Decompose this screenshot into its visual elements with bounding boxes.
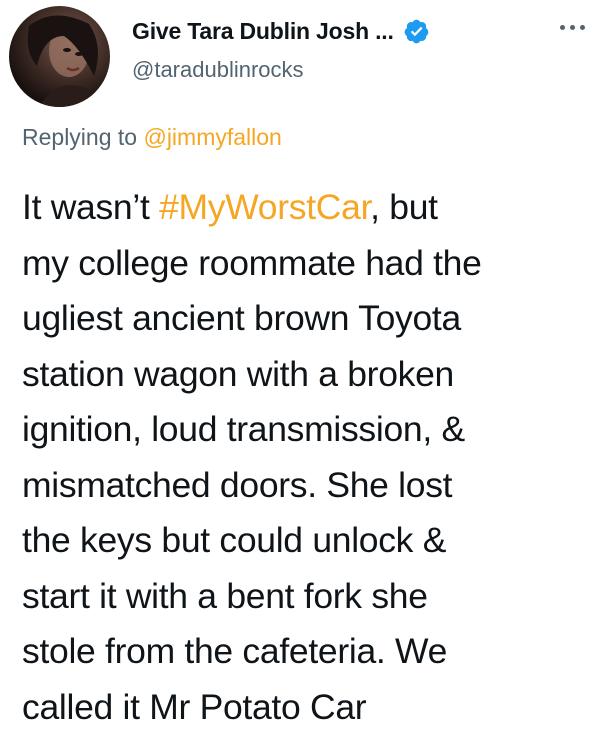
more-dot (579, 24, 585, 30)
tweet-line: ignition, loud transmission, & (22, 409, 465, 449)
tweet: Give Tara Dublin Josh ... @taradublinroc… (0, 0, 599, 735)
more-dot (569, 24, 575, 30)
avatar[interactable] (9, 6, 110, 107)
reply-mention-link[interactable]: @jimmyfallon (143, 124, 281, 150)
replying-to: Replying to @jimmyfallon (22, 124, 282, 151)
more-dot (559, 24, 565, 30)
tweet-line: station wagon with a broken (22, 353, 454, 394)
more-options-icon[interactable] (553, 12, 591, 42)
avatar-photo-icon (27, 15, 104, 107)
tweet-line: stole from the cafeteria. We (22, 631, 448, 671)
verified-badge-icon (403, 18, 430, 45)
tweet-line: my college roommate had the (22, 242, 482, 283)
tweet-line: ugliest ancient brown Toyota (22, 298, 461, 338)
tweet-line: start it with a bent fork she (22, 575, 428, 616)
tweet-text-segment: It wasn’t (22, 187, 160, 227)
author-name-row: Give Tara Dublin Josh ... (132, 18, 430, 45)
tweet-text-segment: , but (370, 187, 438, 227)
tweet-line: the keys but could unlock & (22, 520, 447, 560)
replying-prefix: Replying to (22, 124, 144, 150)
tweet-line: called it Mr Potato Car (22, 686, 367, 727)
tweet-line: It wasn’t #MyWorstCar, but (22, 180, 592, 236)
author-handle[interactable]: @taradublinrocks (132, 57, 304, 83)
tweet-line: mismatched doors. She lost (22, 464, 453, 505)
tweet-header: Give Tara Dublin Josh ... @taradublinroc… (0, 0, 599, 112)
author-display-name[interactable]: Give Tara Dublin Josh ... (132, 18, 394, 45)
hashtag-link[interactable]: #MyWorstCar (159, 187, 370, 227)
tweet-text: It wasn’t #MyWorstCar, but my college ro… (22, 180, 592, 735)
